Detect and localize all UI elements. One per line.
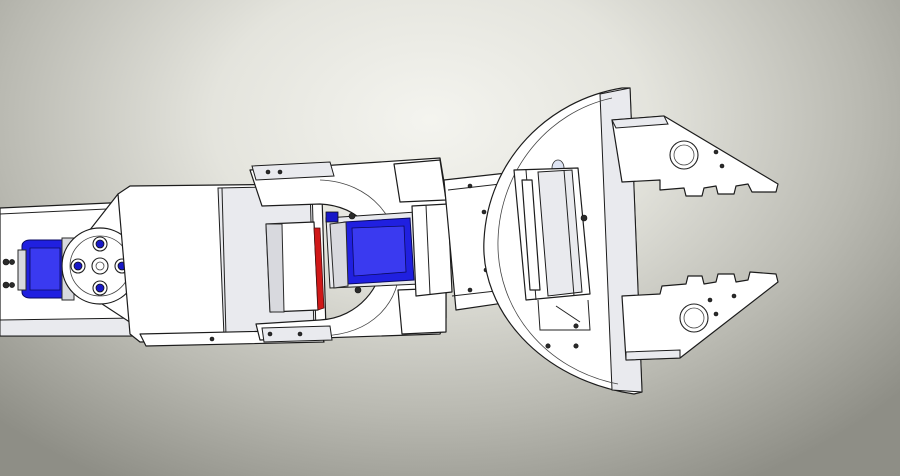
lower-gripper-jaw[interactable] (621, 271, 779, 361)
upper-gripper-jaw[interactable] (611, 115, 779, 197)
robot-arm-assembly[interactable] (0, 0, 900, 476)
cad-viewport[interactable] (0, 0, 900, 476)
small-blue-servo[interactable] (325, 203, 453, 297)
